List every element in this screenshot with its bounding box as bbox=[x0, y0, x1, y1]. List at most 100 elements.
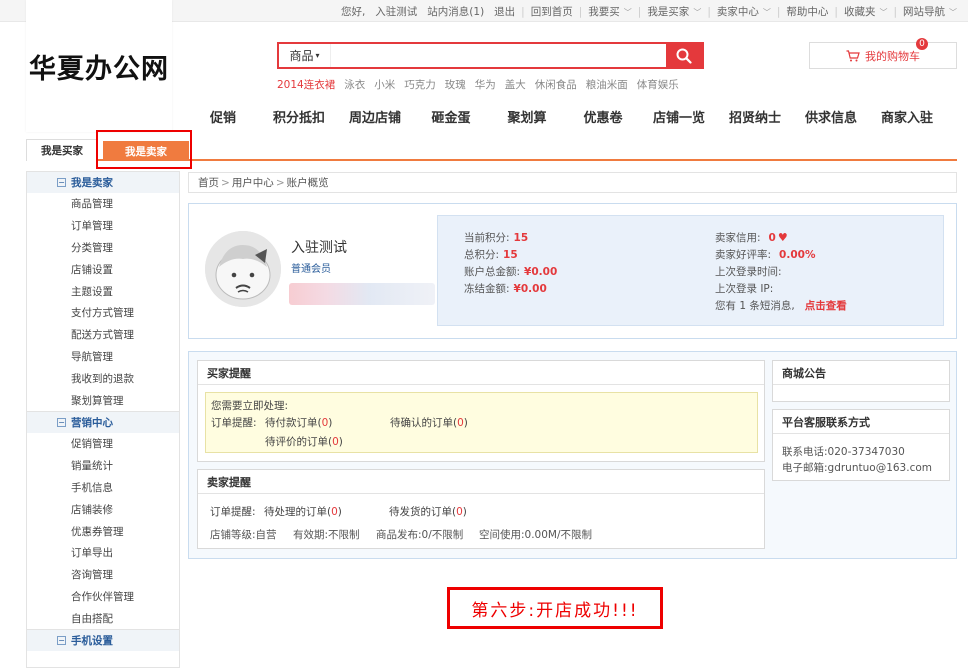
sidebar-item[interactable]: 分类管理 bbox=[27, 237, 179, 259]
hot-word-link[interactable]: 巧克力 bbox=[404, 77, 436, 92]
messages-link[interactable]: 站内消息(1) bbox=[422, 4, 489, 19]
reminder-panels: 买家提醒 您需要立即处理: 订单提醒: 待付款订单(0) 待确认的订单(0) 待… bbox=[188, 351, 957, 559]
search-icon bbox=[676, 48, 692, 64]
im-buyer-menu[interactable]: 我是买家 ﹀ bbox=[642, 4, 706, 19]
sidebar-item[interactable]: 导航管理 bbox=[27, 346, 179, 368]
pending-confirm-count: 0 bbox=[457, 417, 464, 429]
logout-link[interactable]: 退出 bbox=[489, 4, 520, 19]
search-category-select[interactable]: 商品 ▾ bbox=[279, 44, 331, 67]
message-notice: 您有 1 条短消息, 点击查看 bbox=[715, 298, 847, 313]
search-category-label: 商品 bbox=[289, 49, 314, 63]
current-points-value: 15 bbox=[513, 232, 529, 244]
shop-level: 店铺等级:自营 bbox=[210, 529, 277, 541]
cart-button[interactable]: 我的购物车 0 bbox=[809, 38, 957, 69]
account-stats: 当前积分: 15 总积分: 15 账户总金额: ¥0.00 冻结金额: ¥0.00 卖家… bbox=[437, 215, 944, 326]
tab-buyer[interactable]: 我是买家 bbox=[26, 139, 98, 161]
sidebar-item[interactable]: 配送方式管理 bbox=[27, 324, 179, 346]
sidebar-item[interactable]: 手机信息 bbox=[27, 477, 179, 499]
frozen-amount: 冻结金额: ¥0.00 bbox=[464, 281, 547, 296]
mall-notice-box: 商城公告 bbox=[772, 360, 950, 402]
greeting-text: 您好, bbox=[340, 6, 366, 18]
pending-process-link[interactable]: 待处理的订单(0) bbox=[264, 504, 342, 519]
pending-review-count: 0 bbox=[332, 436, 339, 448]
hot-word-link[interactable]: 休闲食品 bbox=[535, 77, 577, 92]
help-link[interactable]: 帮助中心 bbox=[781, 4, 833, 19]
nav-item[interactable]: 促销 bbox=[185, 107, 261, 126]
nav-item[interactable]: 招贤纳士 bbox=[717, 107, 793, 126]
sidebar-item[interactable]: 商品管理 bbox=[27, 193, 179, 215]
site-nav-menu[interactable]: 网站导航 ﹀ bbox=[898, 4, 962, 19]
sidebar-item[interactable]: 自由搭配 bbox=[27, 607, 179, 629]
username-link[interactable]: 入驻测试 bbox=[370, 4, 422, 19]
logo[interactable]: 华夏办公网 bbox=[26, 0, 172, 132]
hot-word-link[interactable]: 小米 bbox=[374, 77, 395, 92]
pending-confirm-link[interactable]: 待确认的订单(0) bbox=[390, 415, 468, 430]
nav-item[interactable]: 商家入驻 bbox=[869, 107, 945, 126]
sidebar-group-header[interactable]: − 手机设置 bbox=[27, 630, 179, 652]
collapse-icon: − bbox=[57, 178, 66, 187]
seller-reminder-title: 卖家提醒 bbox=[198, 470, 764, 494]
breadcrumb-home[interactable]: 首页 bbox=[198, 175, 219, 190]
nav-item[interactable]: 积分抵扣 bbox=[261, 107, 337, 126]
need-handle-text: 您需要立即处理: bbox=[211, 400, 289, 412]
home-link[interactable]: 回到首页 bbox=[526, 4, 578, 19]
chevron-down-icon: ﹀ bbox=[623, 8, 632, 17]
nav-item[interactable]: 周边店铺 bbox=[337, 107, 413, 126]
hot-word-link[interactable]: 华为 bbox=[475, 77, 496, 92]
sidebar-item[interactable]: 咨询管理 bbox=[27, 564, 179, 586]
pending-pay-count: 0 bbox=[321, 417, 329, 429]
seller-center-menu[interactable]: 卖家中心 ﹀ bbox=[712, 4, 776, 19]
role-tabs: 我是买家 我是卖家 bbox=[26, 139, 957, 161]
hot-word-link[interactable]: 盖大 bbox=[505, 77, 526, 92]
sidebar-item[interactable]: 主题设置 bbox=[27, 280, 179, 302]
want-buy-menu[interactable]: 我要买 ﹀ bbox=[583, 4, 637, 19]
favorites-menu[interactable]: 收藏夹 ﹀ bbox=[839, 4, 893, 19]
sidebar-group: − 手机设置 bbox=[27, 629, 179, 652]
order-reminder-label: 订单提醒: bbox=[211, 417, 257, 429]
sidebar-item[interactable]: 订单导出 bbox=[27, 542, 179, 564]
member-level[interactable]: 普通会员 bbox=[291, 260, 331, 275]
search-input[interactable] bbox=[331, 44, 666, 67]
hot-word-link[interactable]: 体育娱乐 bbox=[637, 77, 679, 92]
sidebar-item[interactable]: 优惠券管理 bbox=[27, 520, 179, 542]
sidebar-item[interactable]: 我收到的退款 bbox=[27, 367, 179, 389]
hot-word-link[interactable]: 泳衣 bbox=[344, 77, 365, 92]
search-button[interactable] bbox=[666, 44, 702, 67]
pending-pay-link[interactable]: 待付款订单(0) bbox=[265, 415, 332, 430]
pending-process-count: 0 bbox=[331, 506, 338, 518]
avatar[interactable] bbox=[205, 231, 281, 307]
nav-item[interactable]: 聚划算 bbox=[489, 107, 565, 126]
sidebar-item[interactable]: 订单管理 bbox=[27, 215, 179, 237]
nav-item[interactable]: 优惠卷 bbox=[565, 107, 641, 126]
current-points-label: 当前积分: bbox=[464, 232, 510, 244]
blurred-info bbox=[289, 283, 435, 305]
seller-center-label: 卖家中心 bbox=[716, 6, 759, 18]
nav-item[interactable]: 供求信息 bbox=[793, 107, 869, 126]
tab-seller[interactable]: 我是卖家 bbox=[103, 141, 189, 161]
sidebar-item[interactable]: 聚划算管理 bbox=[27, 389, 179, 411]
hot-word-link[interactable]: 2014连衣裙 bbox=[277, 77, 335, 92]
sidebar-item[interactable]: 促销管理 bbox=[27, 433, 179, 455]
sidebar-item[interactable]: 合作伙伴管理 bbox=[27, 586, 179, 608]
pending-review-link[interactable]: 待评价的订单(0) bbox=[265, 434, 343, 449]
sidebar-group-header[interactable]: − 我是卖家 bbox=[27, 172, 179, 193]
nav-item[interactable]: 店铺一览 bbox=[641, 107, 717, 126]
chevron-down-icon: ﹀ bbox=[949, 8, 957, 17]
view-messages-link[interactable]: 点击查看 bbox=[805, 300, 847, 312]
todo-area: 您需要立即处理: 订单提醒: 待付款订单(0) 待确认的订单(0) 待评价的订单… bbox=[205, 392, 758, 453]
sidebar-group: − 我是卖家 商品管理 订单管理 分类管理 店铺设置 主题设置 支付方式管理 配送方式管理 导航管… bbox=[27, 172, 179, 411]
sidebar-item[interactable]: 支付方式管理 bbox=[27, 302, 179, 324]
breadcrumb-user-center[interactable]: 用户中心 bbox=[232, 175, 274, 190]
nav-item[interactable]: 砸金蛋 bbox=[413, 107, 489, 126]
sidebar-item[interactable]: 销量统计 bbox=[27, 455, 179, 477]
step-six-annotation: 第六步:开店成功!!! bbox=[447, 587, 663, 629]
hot-word-link[interactable]: 玫瑰 bbox=[445, 77, 466, 92]
sidebar-item[interactable]: 店铺装修 bbox=[27, 498, 179, 520]
seller-credit-value: 0 bbox=[768, 232, 776, 244]
sidebar-group-header[interactable]: − 营销中心 bbox=[27, 411, 179, 433]
total-points: 总积分: 15 bbox=[464, 247, 518, 262]
hot-word-link[interactable]: 粮油米面 bbox=[586, 77, 628, 92]
sidebar-item[interactable]: 店铺设置 bbox=[27, 258, 179, 280]
pending-ship-link[interactable]: 待发货的订单(0) bbox=[389, 504, 467, 519]
hot-search-words: 2014连衣裙 泳衣 小米 巧克力 玫瑰 华为 盖大 休闲食品 粮油米面 体育娱乐 bbox=[277, 77, 688, 92]
